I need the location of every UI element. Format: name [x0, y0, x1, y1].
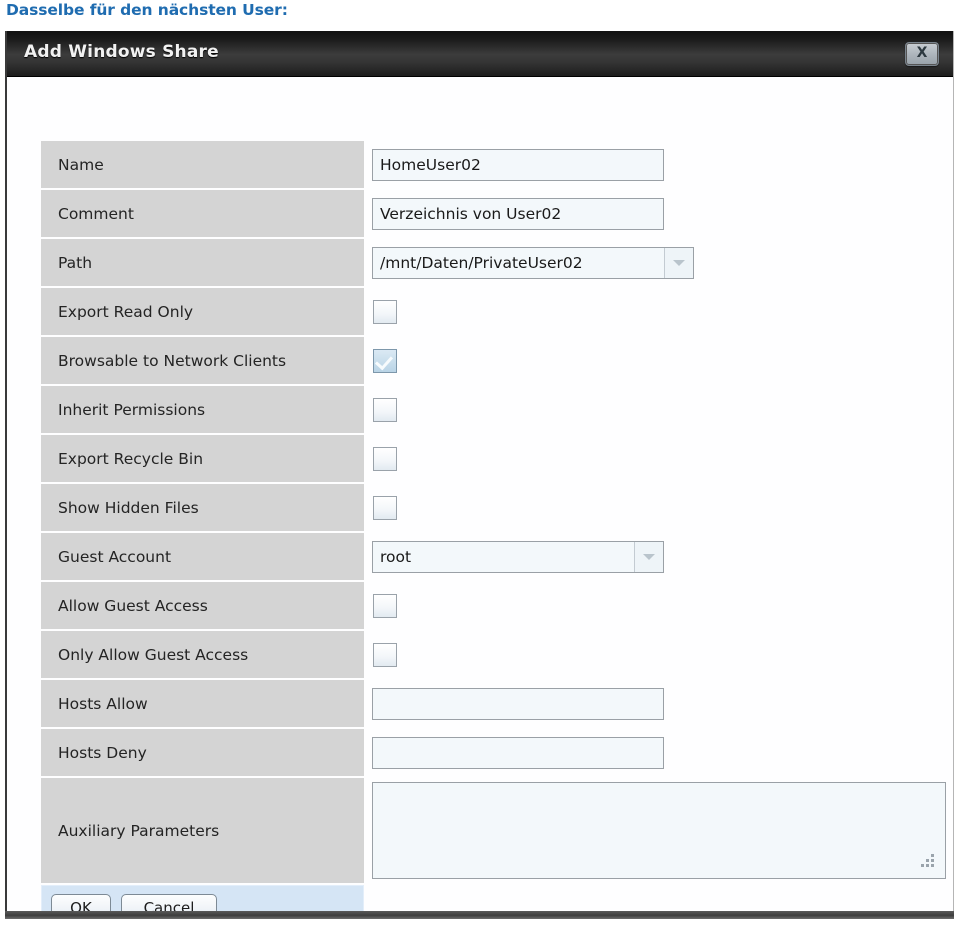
auxiliary-parameters-textarea[interactable] — [372, 782, 946, 879]
row-label-text: Export Recycle Bin — [58, 449, 204, 468]
chevron-down-icon[interactable] — [634, 541, 663, 572]
form-row-path: Path/mnt/Daten/PrivateUser02 — [41, 239, 947, 286]
row-field-allow-guest-access — [372, 582, 947, 629]
path-select-value: /mnt/Daten/PrivateUser02 — [380, 253, 583, 272]
row-label-name: Name — [41, 141, 364, 188]
form-row-hosts-allow: Hosts Allow — [41, 680, 947, 727]
row-label-text: Guest Account — [58, 547, 172, 566]
row-field-name — [372, 141, 947, 188]
export-read-only-checkbox[interactable] — [373, 299, 397, 324]
form-row-browsable-to-network-clients: Browsable to Network Clients — [41, 337, 947, 384]
cancel-button[interactable]: Cancel — [121, 893, 217, 912]
form-row-only-allow-guest-access: Only Allow Guest Access — [41, 631, 947, 678]
dialog-body: Name Comment Path/mnt/Daten/PrivateUser02 E… — [7, 77, 953, 912]
form-row-inherit-permissions: Inherit Permissions — [41, 386, 947, 433]
dialog-titlebar: Add Windows Share X — [7, 31, 953, 77]
row-field-export-read-only — [372, 288, 947, 335]
row-field-auxiliary-parameters — [372, 778, 947, 883]
form-row-auxiliary-parameters: Auxiliary Parameters — [41, 778, 947, 883]
row-field-export-recycle-bin — [372, 435, 947, 482]
row-label-hosts-deny: Hosts Deny — [41, 729, 364, 776]
row-label-path: Path — [41, 239, 364, 286]
row-label-show-hidden-files: Show Hidden Files — [41, 484, 364, 531]
row-label-text: Auxiliary Parameters — [58, 821, 220, 840]
row-label-comment: Comment — [41, 190, 364, 237]
allow-guest-access-checkbox[interactable] — [373, 593, 397, 618]
row-label-export-recycle-bin: Export Recycle Bin — [41, 435, 364, 482]
share-settings-form: Name Comment Path/mnt/Daten/PrivateUser02 E… — [41, 141, 947, 912]
row-label-only-allow-guest-access: Only Allow Guest Access — [41, 631, 364, 678]
path-select[interactable]: /mnt/Daten/PrivateUser02 — [372, 246, 694, 279]
form-row-hosts-deny: Hosts Deny — [41, 729, 947, 776]
form-row-show-hidden-files: Show Hidden Files — [41, 484, 947, 531]
row-field-only-allow-guest-access — [372, 631, 947, 678]
form-row-name: Name — [41, 141, 947, 188]
row-field-browsable-to-network-clients — [372, 337, 947, 384]
form-row-allow-guest-access: Allow Guest Access — [41, 582, 947, 629]
form-row-guest-account: Guest Account root — [41, 533, 947, 580]
row-label-text: Only Allow Guest Access — [58, 645, 249, 664]
form-row-export-recycle-bin: Export Recycle Bin — [41, 435, 947, 482]
row-label-text: Comment — [58, 204, 134, 223]
row-label-text: Hosts Allow — [58, 694, 148, 713]
row-field-guest-account: root — [372, 533, 947, 580]
page-title: Dasselbe für den nächsten User: — [6, 1, 288, 19]
inherit-permissions-checkbox[interactable] — [373, 397, 397, 422]
row-field-path: /mnt/Daten/PrivateUser02 — [372, 239, 947, 286]
row-label-auxiliary-parameters: Auxiliary Parameters — [41, 778, 364, 883]
row-field-inherit-permissions — [372, 386, 947, 433]
chevron-down-icon[interactable] — [664, 247, 693, 278]
browsable-to-network-clients-checkbox[interactable] — [373, 348, 397, 373]
row-label-text: Path — [58, 253, 93, 272]
dialog-title: Add Windows Share — [24, 42, 219, 62]
add-windows-share-dialog: Add Windows Share X Name Comment Path/mnt/… — [5, 31, 954, 912]
hosts-deny-input[interactable] — [372, 736, 664, 769]
row-label-text: Name — [58, 155, 104, 174]
row-label-text: Show Hidden Files — [58, 498, 199, 517]
row-label-hosts-allow: Hosts Allow — [41, 680, 364, 727]
row-field-hosts-deny — [372, 729, 947, 776]
ok-button[interactable]: OK — [51, 893, 111, 912]
export-recycle-bin-checkbox[interactable] — [373, 446, 397, 471]
dialog-bottom-bar — [5, 911, 954, 919]
hosts-allow-input[interactable] — [372, 687, 664, 720]
comment-input[interactable] — [372, 197, 664, 230]
row-label-export-read-only: Export Read Only — [41, 288, 364, 335]
only-allow-guest-access-checkbox[interactable] — [373, 642, 397, 667]
row-label-text: Inherit Permissions — [58, 400, 206, 419]
row-label-text: Allow Guest Access — [58, 596, 208, 615]
name-input[interactable] — [372, 148, 664, 181]
row-label-text: Browsable to Network Clients — [58, 351, 287, 370]
close-icon[interactable]: X — [905, 42, 939, 66]
dialog-footer: OK Cancel — [41, 885, 947, 912]
row-field-comment — [372, 190, 947, 237]
row-label-inherit-permissions: Inherit Permissions — [41, 386, 364, 433]
row-label-browsable-to-network-clients: Browsable to Network Clients — [41, 337, 364, 384]
form-row-comment: Comment — [41, 190, 947, 237]
row-label-text: Hosts Deny — [58, 743, 147, 762]
form-row-export-read-only: Export Read Only — [41, 288, 947, 335]
row-label-allow-guest-access: Allow Guest Access — [41, 582, 364, 629]
row-field-show-hidden-files — [372, 484, 947, 531]
row-label-guest-account: Guest Account — [41, 533, 364, 580]
close-icon-glyph: X — [916, 45, 928, 61]
footer-button-bar: OK Cancel — [41, 885, 364, 912]
row-label-text: Export Read Only — [58, 302, 194, 321]
guest-account-select[interactable]: root — [372, 540, 664, 573]
guest-account-select-value: root — [380, 547, 412, 566]
row-field-hosts-allow — [372, 680, 947, 727]
show-hidden-files-checkbox[interactable] — [373, 495, 397, 520]
